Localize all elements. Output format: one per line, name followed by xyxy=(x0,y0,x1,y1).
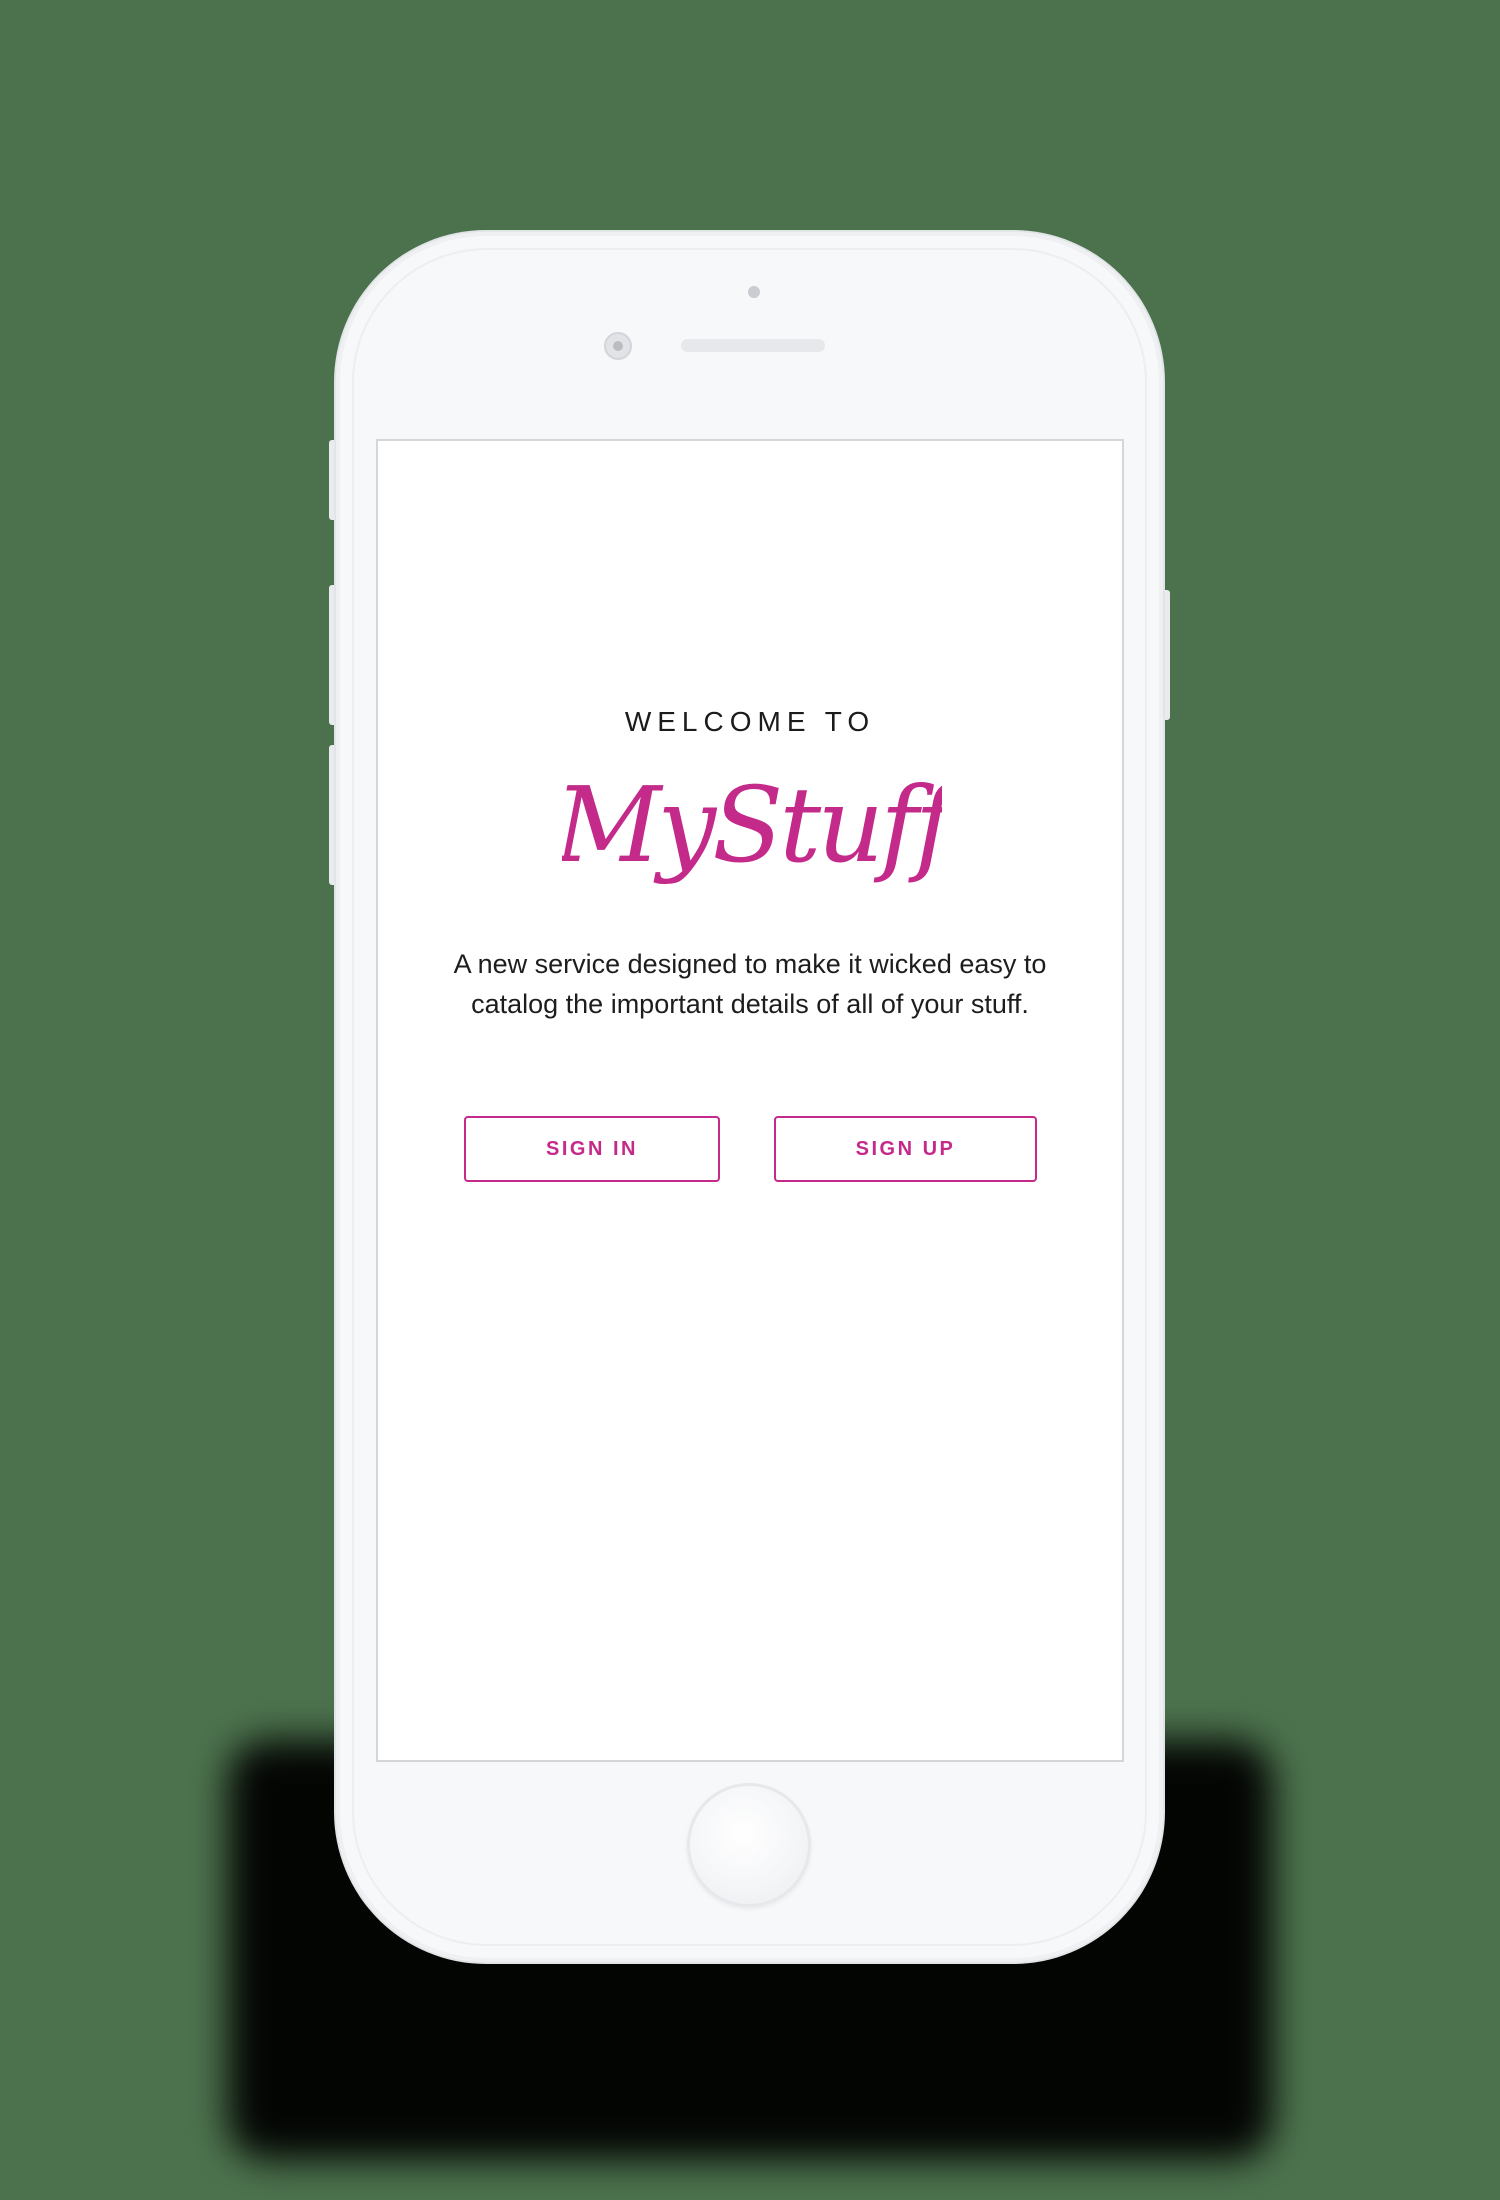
speaker-icon xyxy=(681,339,825,352)
sign-up-label: SIGN UP xyxy=(855,1137,956,1160)
camera-icon xyxy=(604,332,632,360)
tagline: A new service designed to make it wicked… xyxy=(453,949,1047,1019)
welcome-heading: WELCOME TO xyxy=(624,706,876,737)
sign-in-button[interactable]: SIGN IN xyxy=(464,1116,720,1182)
mockup-stage: WELCOME TO MyStuff A new service designe… xyxy=(0,0,1500,2200)
sign-up-button[interactable]: SIGN UP xyxy=(774,1116,1037,1182)
logo-text: MyStuff xyxy=(562,764,942,886)
app-screen: WELCOME TO MyStuff A new service designe… xyxy=(376,439,1124,1762)
power-button xyxy=(1162,590,1170,720)
home-button-icon[interactable] xyxy=(687,1783,811,1907)
sign-in-label: SIGN IN xyxy=(546,1137,638,1160)
mystuff-logo: MyStuff xyxy=(562,764,942,886)
sensor-dot-icon xyxy=(748,286,760,298)
